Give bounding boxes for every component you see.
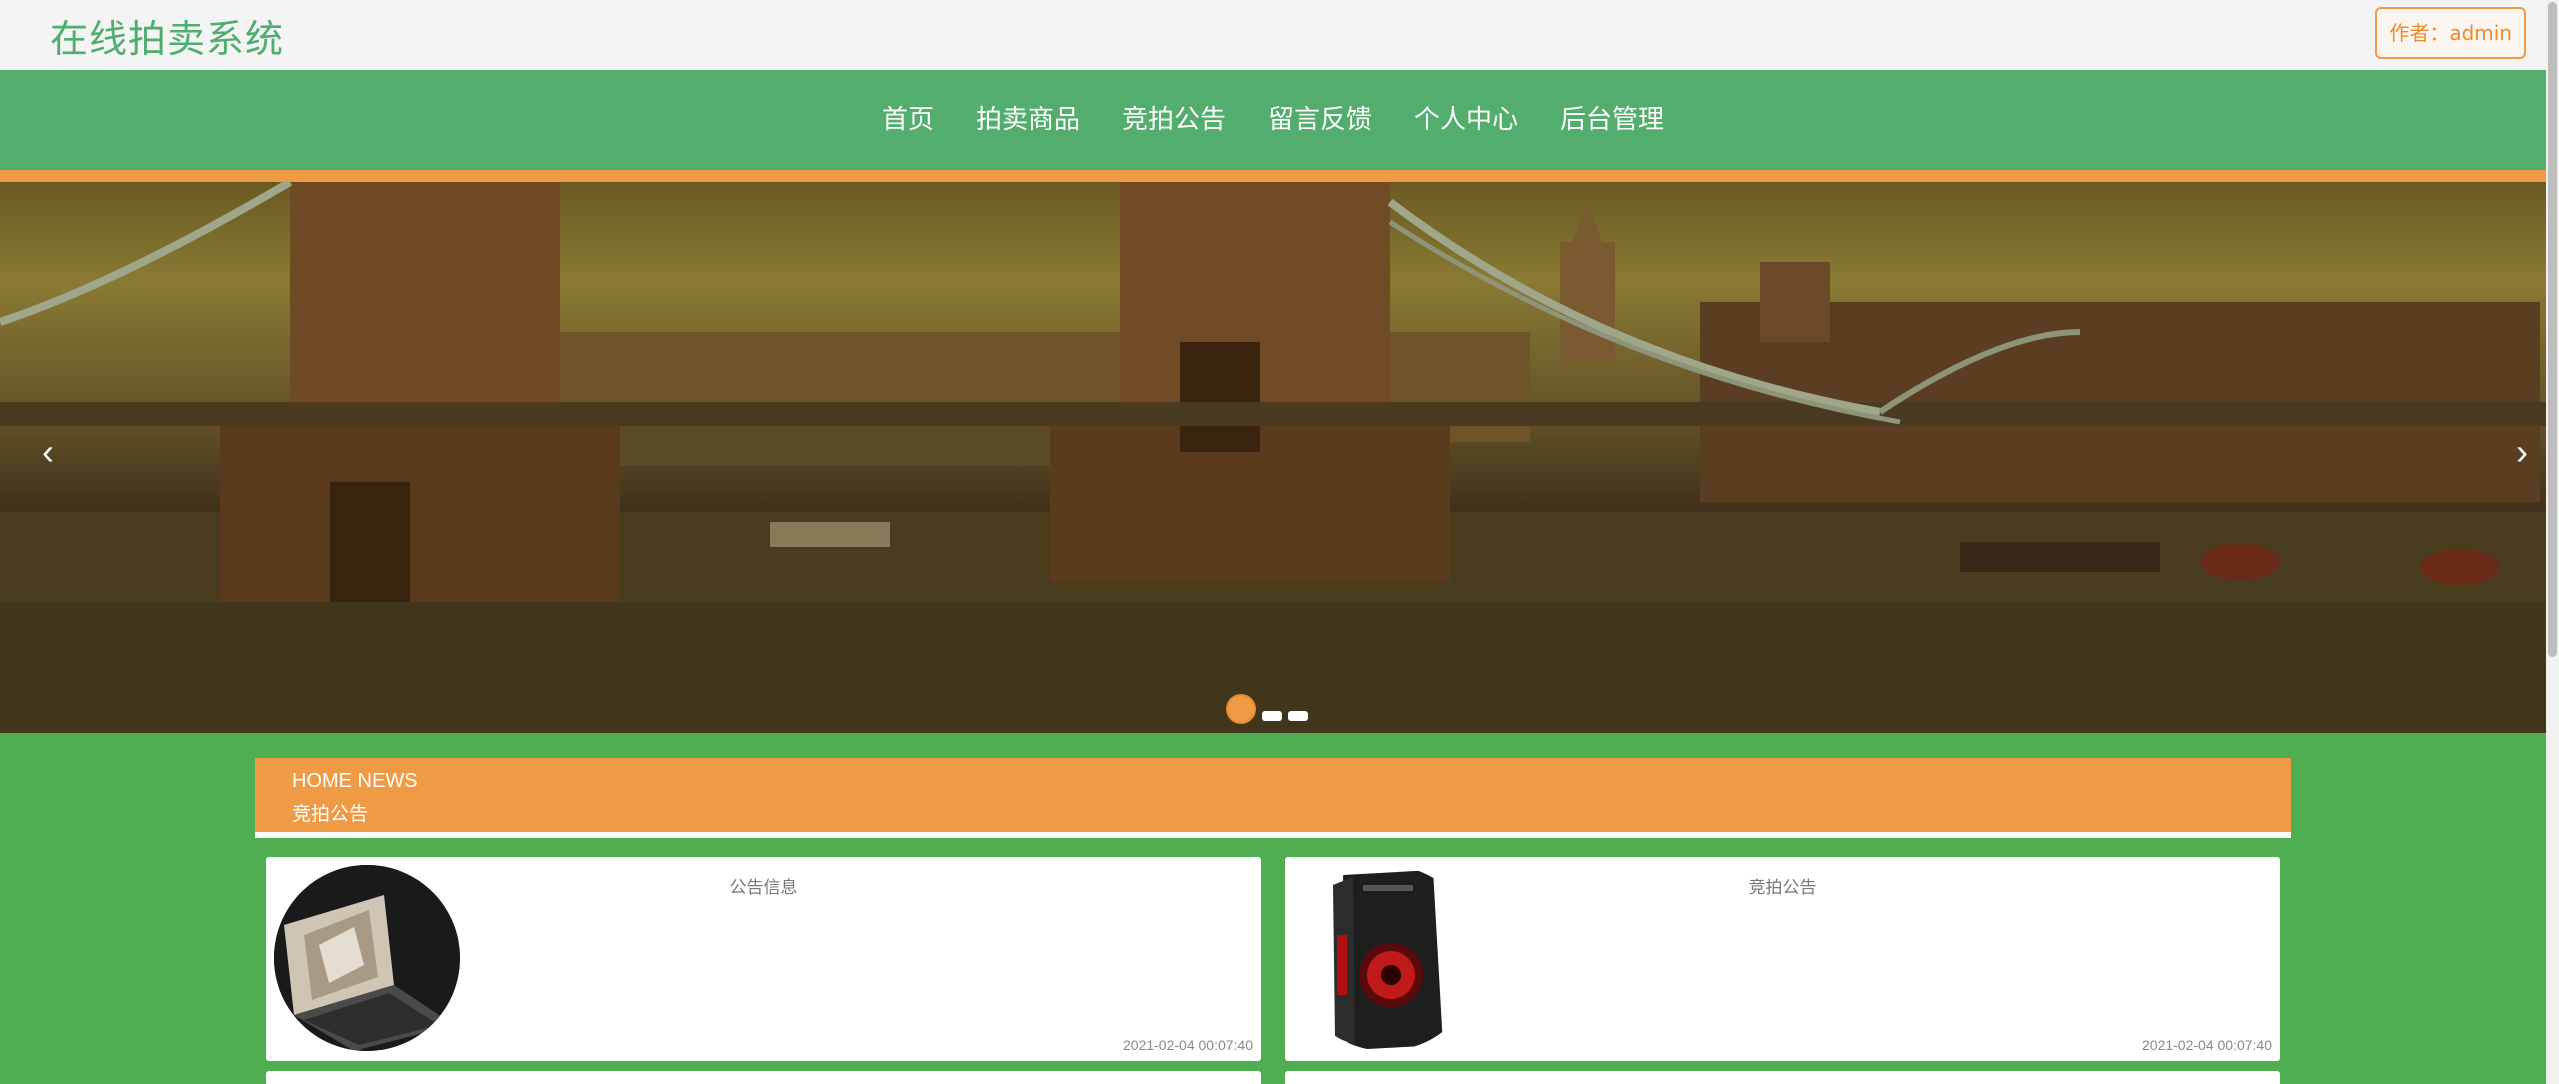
carousel-indicator-3[interactable] <box>1288 711 1308 721</box>
chevron-right-icon: › <box>2516 431 2528 472</box>
nav-item-feedback[interactable]: 留言反馈 <box>1268 99 1372 136</box>
news-title-en: HOME NEWS <box>292 770 418 792</box>
nav-item-bid-notices[interactable]: 竞拍公告 <box>1122 99 1226 136</box>
chevron-left-icon: ‹ <box>42 431 54 472</box>
news-card[interactable] <box>266 1071 1261 1084</box>
scrollbar-thumb[interactable] <box>2548 2 2557 657</box>
carousel-indicators <box>1226 694 1308 724</box>
news-card-title: 公告信息 <box>729 878 798 898</box>
top-bar: 在线拍卖系统 作者：admin <box>0 0 2546 70</box>
carousel-indicator-1[interactable] <box>1226 694 1256 724</box>
carousel-indicator-2[interactable] <box>1262 711 1282 721</box>
news-card-date: 2021-02-04 00:07:40 <box>2142 1037 2272 1053</box>
nav-item-profile[interactable]: 个人中心 <box>1414 99 1518 136</box>
banner-carousel[interactable]: ‹ › <box>0 182 2546 733</box>
news-section: HOME NEWS 竞拍公告 公告信息 2021-02-04 00:07:40 <box>0 733 2546 1084</box>
site-title: 在线拍卖系统 <box>50 17 285 61</box>
news-card-date: 2021-02-04 00:07:40 <box>1123 1037 1253 1053</box>
news-header: HOME NEWS 竞拍公告 <box>255 758 2291 838</box>
author-button[interactable]: 作者：admin <box>2375 7 2526 59</box>
nav-item-auction-goods[interactable]: 拍卖商品 <box>976 99 1080 136</box>
page-scrollbar[interactable] <box>2546 0 2559 1084</box>
nav-item-admin[interactable]: 后台管理 <box>1560 99 1664 136</box>
carousel-next-button[interactable]: › <box>2502 432 2542 472</box>
news-card[interactable]: 竞拍公告 2021-02-04 00:07:40 <box>1285 857 2280 1061</box>
news-card[interactable]: 公告信息 2021-02-04 00:07:40 <box>266 857 1261 1061</box>
carousel-prev-button[interactable]: ‹ <box>28 432 68 472</box>
main-nav: 首页 拍卖商品 竞拍公告 留言反馈 个人中心 后台管理 <box>0 70 2546 170</box>
page: 在线拍卖系统 作者：admin 首页 拍卖商品 竞拍公告 留言反馈 个人中心 后… <box>0 0 2559 1084</box>
nav-divider <box>0 170 2546 182</box>
news-title-cn: 竞拍公告 <box>292 803 369 825</box>
news-card-title: 竞拍公告 <box>1748 878 1817 898</box>
banner-image <box>0 182 2546 733</box>
news-card[interactable] <box>1285 1071 2280 1084</box>
nav-item-home[interactable]: 首页 <box>882 99 934 136</box>
